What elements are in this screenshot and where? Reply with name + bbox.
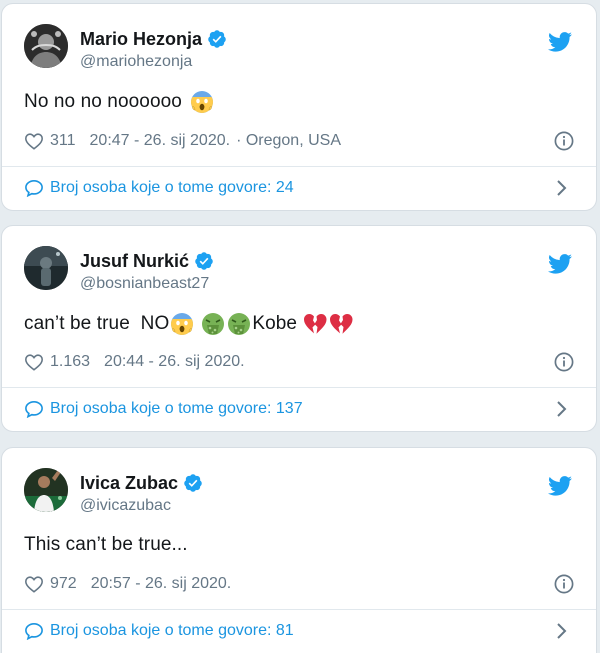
divider xyxy=(2,166,596,167)
broken-heart-emoji-icon xyxy=(329,312,353,336)
info-icon[interactable] xyxy=(554,574,574,594)
tweet-text: can’t be true NO Kobe xyxy=(24,312,354,336)
author-name[interactable]: Ivica Zubac xyxy=(80,473,178,494)
timestamp[interactable]: 20:57 - 26. sij 2020. xyxy=(91,575,232,593)
tweet-card[interactable]: Ivica Zubac @ivicazubac This can’t be tr… xyxy=(1,447,597,653)
tweet-text-body: No no no noooooo xyxy=(24,91,182,112)
heart-icon[interactable] xyxy=(24,353,44,371)
conversation-link[interactable]: Broj osoba koje o tome govore: 81 xyxy=(24,622,578,640)
heart-icon[interactable] xyxy=(24,132,44,150)
chevron-right-icon[interactable] xyxy=(556,400,568,418)
chevron-right-icon[interactable] xyxy=(556,622,568,640)
like-count: 311 xyxy=(50,132,76,149)
timestamp[interactable]: 20:47 - 26. sij 2020. xyxy=(90,132,231,150)
tweet-text: No no no noooooo xyxy=(24,90,215,114)
broken-heart-emoji-icon xyxy=(303,312,327,336)
scream-emoji-icon xyxy=(170,312,194,336)
tweet-text-body: This can’t be true... xyxy=(24,534,188,555)
tweet-text-body: can’t be true NO xyxy=(24,313,170,334)
author-handle[interactable]: @ivicazubac xyxy=(80,497,203,515)
tweet-card[interactable]: Mario Hezonja @mariohezonja No no no noo… xyxy=(1,3,597,211)
timestamp[interactable]: 20:44 - 26. sij 2020. xyxy=(104,353,245,371)
author-block: Mario Hezonja @mariohezonja xyxy=(80,28,227,71)
tweet-card[interactable]: Jusuf Nurkić @bosnianbeast27 can’t be tr… xyxy=(1,225,597,432)
info-icon[interactable] xyxy=(554,131,574,151)
tweet-text: This can’t be true... xyxy=(24,534,188,556)
author-block: Jusuf Nurkić @bosnianbeast27 xyxy=(80,250,214,293)
speech-bubble-icon xyxy=(24,179,44,197)
conversation-label: Broj osoba koje o tome govore: 24 xyxy=(50,179,294,196)
tweet-header: Ivica Zubac @ivicazubac xyxy=(24,466,578,516)
conversation-link[interactable]: Broj osoba koje o tome govore: 137 xyxy=(24,400,578,418)
verified-badge-icon xyxy=(183,473,203,493)
tweet-meta: 1.163 20:44 - 26. sij 2020. xyxy=(24,353,578,371)
info-icon[interactable] xyxy=(554,352,574,372)
tweet-header: Jusuf Nurkić @bosnianbeast27 xyxy=(24,244,578,294)
author-handle[interactable]: @bosnianbeast27 xyxy=(80,275,214,293)
avatar[interactable] xyxy=(24,246,68,290)
twitter-bird-icon[interactable] xyxy=(548,254,572,274)
tweet-header: Mario Hezonja @mariohezonja xyxy=(24,22,578,72)
tweet-meta: 972 20:57 - 26. sij 2020. xyxy=(24,575,578,593)
vomit-emoji-icon xyxy=(201,312,225,336)
vomit-emoji-icon xyxy=(227,312,251,336)
chevron-right-icon[interactable] xyxy=(556,179,568,197)
verified-badge-icon xyxy=(194,251,214,271)
avatar[interactable] xyxy=(24,468,68,512)
location[interactable]: · Oregon, USA xyxy=(236,132,341,150)
author-name[interactable]: Mario Hezonja xyxy=(80,29,202,50)
conversation-link[interactable]: Broj osoba koje o tome govore: 24 xyxy=(24,179,578,197)
speech-bubble-icon xyxy=(24,400,44,418)
author-block: Ivica Zubac @ivicazubac xyxy=(80,472,203,515)
author-handle[interactable]: @mariohezonja xyxy=(80,53,227,71)
scream-emoji-icon xyxy=(190,90,214,114)
divider xyxy=(2,387,596,388)
verified-badge-icon xyxy=(207,29,227,49)
avatar[interactable] xyxy=(24,24,68,68)
heart-icon[interactable] xyxy=(24,575,44,593)
conversation-label: Broj osoba koje o tome govore: 81 xyxy=(50,622,294,639)
twitter-bird-icon[interactable] xyxy=(548,32,572,52)
tweet-text-kobe: Kobe xyxy=(252,313,298,334)
like-count: 972 xyxy=(50,575,77,592)
conversation-label: Broj osoba koje o tome govore: 137 xyxy=(50,400,303,417)
author-name[interactable]: Jusuf Nurkić xyxy=(80,251,189,272)
divider xyxy=(2,609,596,610)
twitter-bird-icon[interactable] xyxy=(548,476,572,496)
speech-bubble-icon xyxy=(24,622,44,640)
like-count: 1.163 xyxy=(50,353,91,370)
tweet-meta: 311 20:47 - 26. sij 2020. · Oregon, USA xyxy=(24,132,578,150)
